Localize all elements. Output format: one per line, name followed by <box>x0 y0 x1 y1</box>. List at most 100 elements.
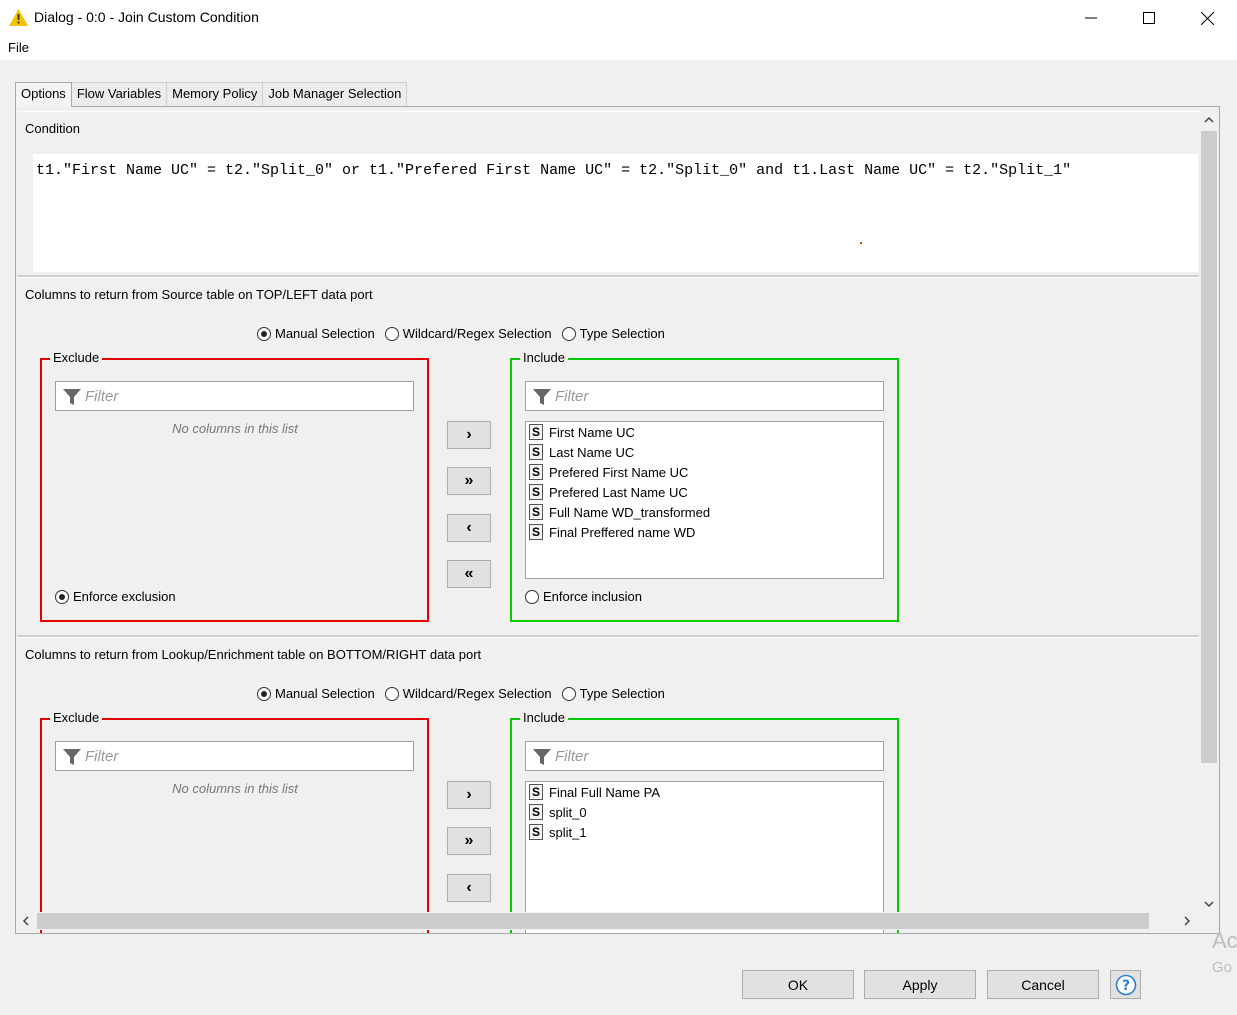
source-include-list[interactable]: S First Name UC S Last Name UC S Prefered F… <box>525 421 884 579</box>
source-section-title: Columns to return from Source table on T… <box>25 287 373 302</box>
condition-editor[interactable]: t1."First Name UC" = t2."Split_0" or t1.… <box>33 154 1198 272</box>
lookup-include-label: Include <box>520 710 568 725</box>
list-item[interactable]: Ssplit_0 <box>526 802 883 822</box>
svg-text:?: ? <box>1121 978 1129 994</box>
ok-button[interactable]: OK <box>742 970 854 999</box>
source-columns-section: Columns to return from Source table on T… <box>17 277 1199 637</box>
filter-icon <box>533 389 551 405</box>
list-item[interactable]: S First Name UC <box>526 422 883 442</box>
filter-icon <box>533 749 551 765</box>
list-item[interactable]: S Full Name WD_transformed <box>526 502 883 522</box>
radio-selected-icon <box>55 589 69 604</box>
menu-bar: File <box>0 36 1237 60</box>
lookup-add-button[interactable]: › <box>447 781 491 809</box>
string-type-icon: S <box>529 804 543 820</box>
lookup-columns-section: Columns to return from Lookup/Enrichment… <box>17 637 1199 933</box>
lookup-section-title: Columns to return from Lookup/Enrichment… <box>25 647 482 662</box>
lookup-remove-button[interactable]: ‹ <box>447 874 491 902</box>
list-item[interactable]: S Last Name UC <box>526 442 883 462</box>
list-item[interactable]: S Prefered Last Name UC <box>526 482 883 502</box>
string-type-icon: S <box>529 444 543 460</box>
title-bar: Dialog - 0:0 - Join Custom Condition <box>0 0 1237 36</box>
source-add-button[interactable]: › <box>447 421 491 449</box>
string-type-icon: S <box>529 424 543 440</box>
cancel-button[interactable]: Cancel <box>987 970 1099 999</box>
source-include-label: Include <box>520 350 568 365</box>
tab-flow-variables[interactable]: Flow Variables <box>70 82 168 106</box>
source-add-all-button[interactable]: » <box>447 467 491 495</box>
radio-icon <box>384 686 399 701</box>
apply-button[interactable]: Apply <box>864 970 976 999</box>
condition-text[interactable]: t1."First Name UC" = t2."Split_0" or t1.… <box>36 162 1071 179</box>
string-type-icon: S <box>529 824 543 840</box>
horizontal-scroll-thumb[interactable] <box>37 913 1149 929</box>
filter-icon <box>63 389 81 405</box>
source-include-group: Include Filter S First Name UC S Last Name… <box>510 350 899 622</box>
lookup-exclude-group: Exclude Filter No columns in this list <box>40 710 429 933</box>
activation-watermark-line1: Ac <box>1212 928 1237 953</box>
list-item[interactable]: S Prefered First Name UC <box>526 462 883 482</box>
source-exclude-empty: No columns in this list <box>172 421 298 436</box>
condition-title: Condition <box>25 121 80 136</box>
lookup-exclude-empty: No columns in this list <box>172 781 298 796</box>
string-type-icon: S <box>529 504 543 520</box>
lookup-include-group: Include Filter S Final Full Name PA Sspli… <box>510 710 899 933</box>
lookup-exclude-label: Exclude <box>50 710 103 725</box>
list-item[interactable]: S Final Full Name PA <box>526 782 883 802</box>
lookup-mode-manual[interactable]: Manual Selection <box>257 686 375 701</box>
source-mode-radios: Manual Selection Wildcard/Regex Selectio… <box>257 326 675 341</box>
radio-icon <box>525 589 539 604</box>
source-include-filter[interactable]: Filter <box>525 381 884 411</box>
source-exclude-filter[interactable]: Filter <box>55 381 414 411</box>
close-icon <box>1200 11 1214 25</box>
lookup-include-filter[interactable]: Filter <box>525 741 884 771</box>
string-type-icon: S <box>529 784 543 800</box>
list-item[interactable]: Ssplit_1 <box>526 822 883 842</box>
horizontal-scrollbar[interactable] <box>17 912 1200 930</box>
string-type-icon: S <box>529 464 543 480</box>
source-remove-button[interactable]: ‹ <box>447 514 491 542</box>
tab-job-manager-selection[interactable]: Job Manager Selection <box>262 82 408 106</box>
lookup-mode-radios: Manual Selection Wildcard/Regex Selectio… <box>257 686 675 701</box>
string-type-icon: S <box>529 484 543 500</box>
lookup-mode-wildcard[interactable]: Wildcard/Regex Selection <box>384 686 552 701</box>
list-item[interactable]: S Final Preffered name WD <box>526 522 883 542</box>
source-exclude-label: Exclude <box>50 350 103 365</box>
source-remove-all-button[interactable]: « <box>447 560 491 588</box>
tab-bar: Options Flow Variables Memory Policy Job… <box>15 82 408 107</box>
source-mode-manual[interactable]: Manual Selection <box>257 326 375 341</box>
filter-icon <box>63 749 81 765</box>
lookup-add-all-button[interactable]: » <box>447 827 491 855</box>
source-mode-wildcard[interactable]: Wildcard/Regex Selection <box>384 326 552 341</box>
scroll-down-icon[interactable] <box>1204 897 1214 911</box>
help-icon: ? <box>1115 974 1136 995</box>
source-mode-type[interactable]: Type Selection <box>561 326 665 341</box>
minimize-icon <box>1085 17 1097 19</box>
menu-file[interactable]: File <box>8 40 29 55</box>
window-title: Dialog - 0:0 - Join Custom Condition <box>34 9 259 25</box>
scroll-up-icon[interactable] <box>1204 113 1214 127</box>
vertical-scrollbar[interactable] <box>1200 111 1218 913</box>
maximize-icon <box>1143 12 1155 24</box>
scroll-left-icon[interactable] <box>22 915 30 929</box>
radio-selected-icon <box>257 686 271 701</box>
source-exclude-group: Exclude Filter No columns in this list E… <box>40 350 429 622</box>
editor-marker <box>860 242 862 244</box>
source-enforce-inclusion[interactable]: Enforce inclusion <box>525 589 642 604</box>
activation-watermark-line2: Go <box>1212 959 1233 976</box>
options-panel: Condition t1."First Name UC" = t2."Split… <box>15 106 1220 934</box>
string-type-icon: S <box>529 524 543 540</box>
source-enforce-exclusion[interactable]: Enforce exclusion <box>55 589 176 604</box>
vertical-scroll-thumb[interactable] <box>1201 131 1217 763</box>
tab-memory-policy[interactable]: Memory Policy <box>166 82 264 106</box>
help-button[interactable]: ? <box>1110 970 1141 999</box>
radio-icon <box>561 326 576 341</box>
minimize-button[interactable] <box>1062 0 1120 36</box>
scroll-right-icon[interactable] <box>1183 915 1191 929</box>
tab-options[interactable]: Options <box>15 82 72 107</box>
condition-section: Condition t1."First Name UC" = t2."Split… <box>17 111 1199 277</box>
lookup-exclude-filter[interactable]: Filter <box>55 741 414 771</box>
close-button[interactable] <box>1178 0 1236 36</box>
lookup-mode-type[interactable]: Type Selection <box>561 686 665 701</box>
maximize-button[interactable] <box>1120 0 1178 36</box>
